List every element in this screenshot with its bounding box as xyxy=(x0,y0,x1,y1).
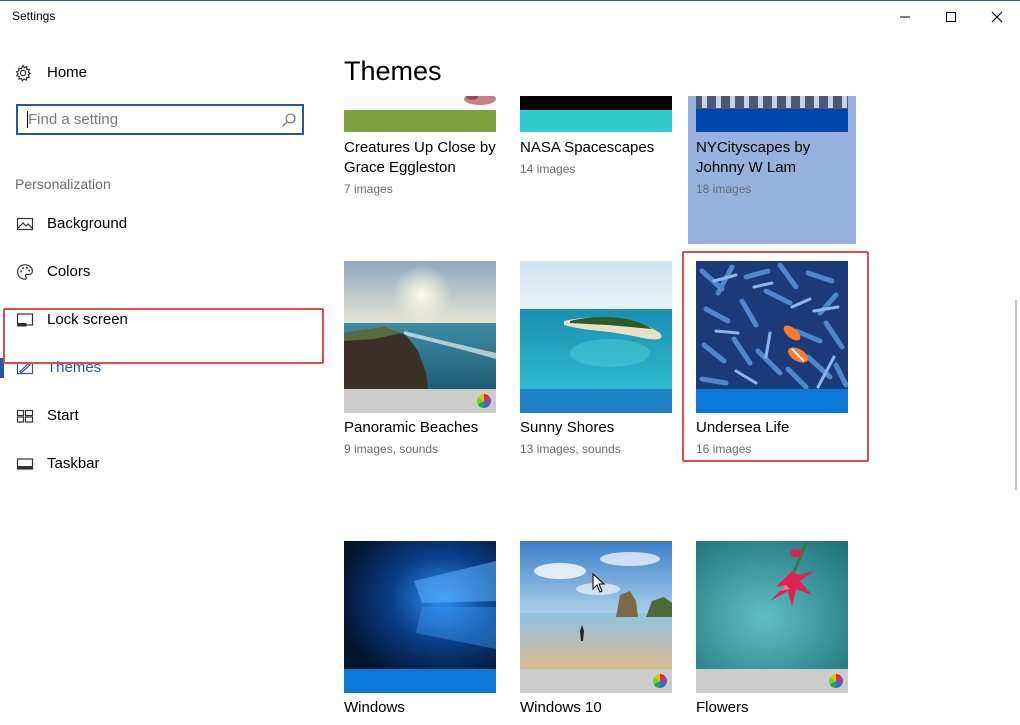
theme-card-flowers[interactable]: Flowers xyxy=(696,541,848,725)
sidebar: Home Personalization Background Colors xyxy=(0,32,330,725)
sidebar-item-label: Colors xyxy=(47,263,91,280)
theme-thumbnail xyxy=(520,261,672,413)
theme-name: Flowers xyxy=(696,699,749,716)
theme-thumbnail xyxy=(696,541,848,693)
home-link[interactable]: Home xyxy=(0,60,330,88)
start-icon xyxy=(16,409,34,423)
theme-card-nasa-spacescapes[interactable]: NASA Spacescapes 14 images xyxy=(520,96,672,176)
theme-card-creatures-up-close[interactable]: Creatures Up Close by Grace Eggleston 7 … xyxy=(344,96,496,196)
theme-image-count: 7 images xyxy=(344,182,393,196)
theme-name: NYCityscapes by Johnny W Lam xyxy=(696,139,811,176)
search-input[interactable] xyxy=(18,106,268,133)
section-heading-personalization: Personalization xyxy=(15,176,111,192)
theme-name: Windows xyxy=(344,699,405,716)
settings-window: Settings Home Pe xyxy=(0,0,1020,725)
theme-card-windows-10[interactable]: Windows 10 xyxy=(520,541,672,725)
theme-image-count: 9 images, sounds xyxy=(344,442,439,456)
theme-thumbnail xyxy=(344,541,496,693)
page-title: Themes xyxy=(344,56,442,86)
sidebar-item-taskbar[interactable]: Taskbar xyxy=(0,444,330,484)
theme-image-count: 13 images, sounds xyxy=(520,442,621,456)
highlight-box-themes xyxy=(3,308,324,364)
text-cursor xyxy=(27,111,28,128)
theme-card-sunny-shores[interactable]: Sunny Shores 13 images, sounds xyxy=(520,261,672,461)
theme-name: Creatures Up Close by Grace Eggleston xyxy=(344,139,496,176)
color-wheel-icon xyxy=(477,394,491,408)
picture-icon xyxy=(16,217,34,231)
theme-image-count: 14 images xyxy=(520,162,576,176)
sidebar-item-label: Start xyxy=(47,407,79,424)
theme-thumbnail xyxy=(696,96,848,132)
theme-name: Sunny Shores xyxy=(520,419,615,436)
palette-icon xyxy=(16,264,34,280)
color-wheel-icon xyxy=(653,674,667,688)
theme-thumbnail xyxy=(520,96,672,132)
gear-icon xyxy=(15,64,32,82)
window-title: Settings xyxy=(12,9,56,23)
close-icon xyxy=(991,11,1003,23)
minimize-button[interactable] xyxy=(882,2,928,32)
highlight-box-undersea-life xyxy=(682,251,869,462)
close-button[interactable] xyxy=(974,2,1020,32)
sidebar-item-background[interactable]: Background xyxy=(0,204,330,244)
taskbar-icon xyxy=(16,458,34,470)
theme-thumbnail xyxy=(520,541,672,693)
sidebar-item-label: Taskbar xyxy=(47,455,100,472)
title-bar: Settings xyxy=(0,1,1020,32)
theme-thumbnail xyxy=(344,96,496,132)
theme-name: Windows 10 xyxy=(520,699,602,716)
theme-name: NASA Spacescapes xyxy=(520,139,655,156)
maximize-icon xyxy=(946,12,956,22)
color-wheel-icon xyxy=(829,674,843,688)
minimize-icon xyxy=(900,16,910,18)
theme-gallery: Creatures Up Close by Grace Eggleston 7 … xyxy=(330,96,1020,725)
home-label: Home xyxy=(47,64,88,81)
theme-card-windows[interactable]: Windows xyxy=(344,541,496,725)
theme-thumbnail xyxy=(344,261,496,413)
sidebar-item-start[interactable]: Start xyxy=(0,396,330,436)
theme-card-panoramic-beaches[interactable]: Panoramic Beaches 9 images, sounds xyxy=(344,261,496,461)
theme-card-nycityscapes[interactable]: NYCityscapes by Johnny W Lam 18 images xyxy=(688,96,856,244)
maximize-button[interactable] xyxy=(928,2,974,32)
sidebar-item-label: Background xyxy=(47,215,128,232)
search-box[interactable] xyxy=(16,104,304,135)
sidebar-item-colors[interactable]: Colors xyxy=(0,252,330,292)
theme-name: Panoramic Beaches xyxy=(344,419,479,436)
mouse-cursor-icon xyxy=(592,573,606,593)
theme-image-count: 18 images xyxy=(696,182,752,196)
scrollbar-thumb[interactable] xyxy=(1015,300,1017,490)
search-icon[interactable] xyxy=(281,112,297,128)
